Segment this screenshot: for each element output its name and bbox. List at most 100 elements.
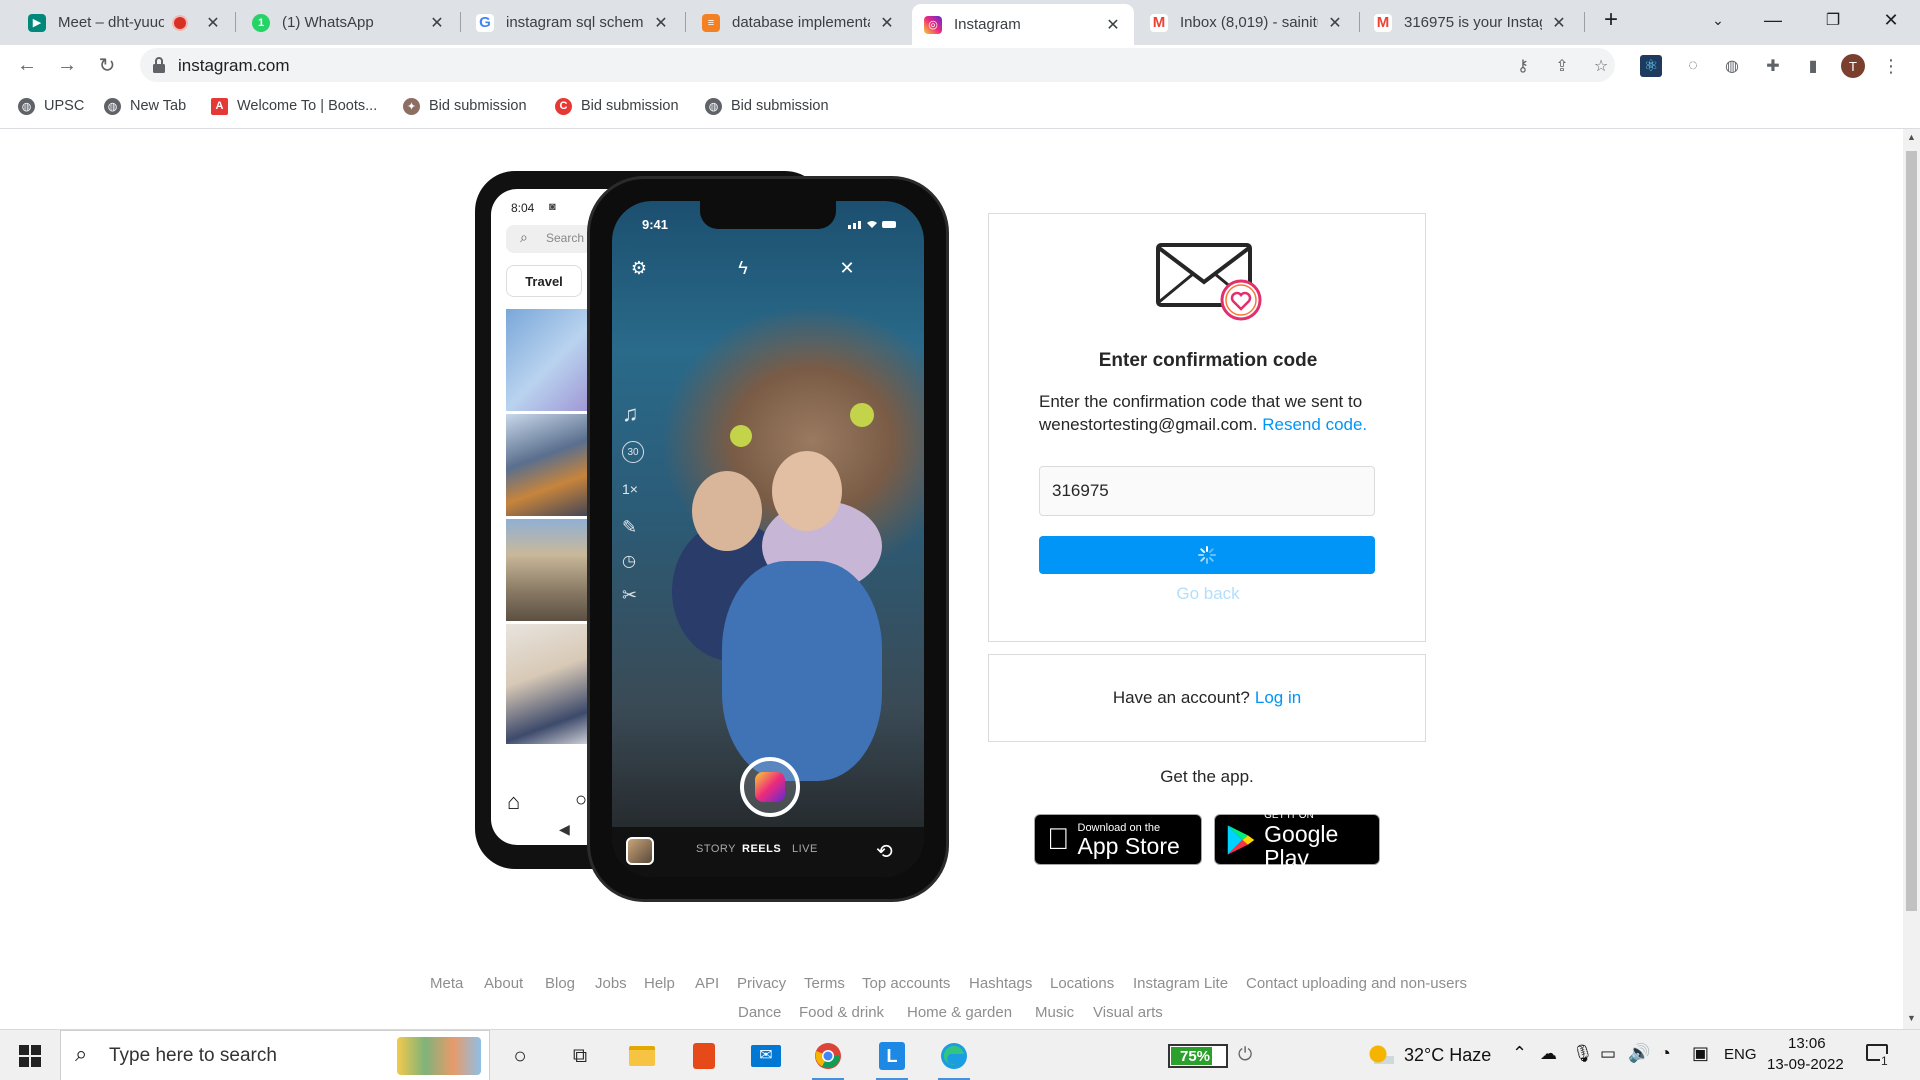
login-link[interactable]: Log in	[1255, 688, 1301, 708]
extension-icon[interactable]: ◌	[1682, 55, 1704, 77]
office-icon[interactable]	[688, 1040, 720, 1072]
close-icon: ✕	[839, 257, 855, 278]
resend-code-link[interactable]: Resend code.	[1262, 415, 1367, 434]
meet-now-icon[interactable]: ▣	[1692, 1043, 1709, 1064]
windows-start-icon[interactable]	[14, 1040, 46, 1072]
restore-icon[interactable]: ❐	[1810, 6, 1856, 34]
signal-battery-icon	[848, 221, 896, 229]
close-icon[interactable]: ✕	[1104, 15, 1122, 35]
footer-link[interactable]: Instagram Lite	[1133, 975, 1228, 992]
scrollbar-thumb[interactable]	[1906, 151, 1917, 911]
phone-clock: 8:04	[511, 201, 535, 215]
footer-link[interactable]: Visual arts	[1093, 1004, 1163, 1021]
tab-search-icon[interactable]: ⌄	[1695, 6, 1741, 34]
onedrive-icon[interactable]: ☁	[1540, 1044, 1557, 1064]
tab-instagram[interactable]: ◎ Instagram ✕	[912, 4, 1134, 45]
task-view-icon[interactable]: ⧉	[564, 1040, 596, 1072]
footer-link[interactable]: Home & garden	[907, 1004, 1012, 1021]
menu-icon[interactable]: ⋮	[1880, 55, 1902, 77]
footer-link[interactable]: Locations	[1050, 975, 1114, 992]
speed-label: 1×	[622, 481, 638, 497]
bookmark-star-icon[interactable]: ☆	[1591, 56, 1611, 76]
footer-link[interactable]: Blog	[545, 975, 575, 992]
footer-link[interactable]: Terms	[804, 975, 845, 992]
close-icon[interactable]: ✕	[878, 13, 896, 33]
go-back-link[interactable]: Go back	[989, 584, 1427, 604]
bookmark-bid-2[interactable]: C Bid submission	[555, 95, 679, 117]
address-bar[interactable]: instagram.com ⚷ ⇪ ☆	[140, 48, 1615, 82]
footer-link[interactable]: Meta	[430, 975, 463, 992]
close-icon[interactable]: ✕	[428, 13, 446, 33]
chrome-icon[interactable]	[812, 1040, 844, 1080]
google-play-badge[interactable]: GET IT ON Google Play	[1214, 810, 1380, 870]
footer-link[interactable]: Dance	[738, 1004, 781, 1021]
bookmark-new-tab[interactable]: ◍ New Tab	[104, 95, 186, 117]
tab-google-search[interactable]: G instagram sql schema ✕	[464, 4, 682, 41]
next-button[interactable]	[1039, 536, 1375, 574]
puzzle-icon[interactable]: ✚	[1762, 55, 1784, 77]
avatar[interactable]: T	[1841, 54, 1865, 78]
footer-link[interactable]: Privacy	[737, 975, 786, 992]
language-indicator[interactable]: ENG	[1724, 1046, 1757, 1063]
tab-meet[interactable]: ▶ Meet – dht-yuuo ✕	[16, 4, 234, 41]
minimize-icon[interactable]: —	[1750, 6, 1796, 34]
reload-icon[interactable]: ↻	[93, 51, 121, 79]
volume-icon[interactable]: 🔊	[1628, 1043, 1650, 1064]
footer-link[interactable]: Hashtags	[969, 975, 1032, 992]
forward-icon[interactable]: →	[53, 51, 81, 79]
footer-link[interactable]: Music	[1035, 1004, 1074, 1021]
page-scrollbar[interactable]: ▲ ▼	[1903, 129, 1920, 1029]
share-icon[interactable]: ⇪	[1552, 56, 1572, 76]
close-icon[interactable]: ✕	[204, 13, 222, 33]
clock-time[interactable]: 13:06	[1788, 1035, 1826, 1052]
footer-link[interactable]: Jobs	[595, 975, 627, 992]
mail-app-icon[interactable]: ✉	[750, 1040, 782, 1072]
file-explorer-icon[interactable]	[626, 1040, 658, 1072]
bookmark-upsc[interactable]: ◍ UPSC	[18, 95, 84, 117]
bookmark-welcome[interactable]: A Welcome To | Boots...	[211, 95, 377, 117]
close-icon[interactable]: ✕	[1550, 13, 1568, 33]
tab-stackoverflow[interactable]: ≡ database implementa ✕	[690, 4, 908, 41]
clock-date[interactable]: 13-09-2022	[1767, 1056, 1844, 1073]
extension-icon[interactable]: ◍	[1721, 55, 1743, 77]
launcher-app-icon[interactable]: L	[876, 1040, 908, 1080]
bookmark-bid-3[interactable]: ◍ Bid submission	[705, 95, 829, 117]
footer-link[interactable]: Contact uploading and non-users	[1246, 975, 1467, 992]
confirmation-code-input[interactable]	[1039, 466, 1375, 516]
footer-link[interactable]: About	[484, 975, 523, 992]
footer-link[interactable]: Help	[644, 975, 675, 992]
bookmark-bid-1[interactable]: ✦ Bid submission	[403, 95, 527, 117]
cortana-icon[interactable]: ○	[504, 1040, 536, 1072]
app-store-badge[interactable]:  Download on the App Store	[1034, 814, 1202, 865]
react-devtools-icon[interactable]: ⚛	[1640, 55, 1662, 77]
tab-whatsapp[interactable]: 1 (1) WhatsApp ✕	[240, 4, 458, 41]
close-icon[interactable]: ✕	[1326, 13, 1344, 33]
page-title: Enter confirmation code	[1098, 350, 1318, 371]
scroll-down-icon[interactable]: ▼	[1907, 1013, 1916, 1023]
footer-link[interactable]: API	[695, 975, 719, 992]
google-icon: G	[476, 13, 494, 32]
side-panel-icon[interactable]: ▮	[1802, 55, 1824, 77]
key-icon[interactable]: ⚷	[1513, 56, 1533, 76]
battery-icon[interactable]: ▭	[1600, 1044, 1616, 1064]
close-window-icon[interactable]: ✕	[1868, 6, 1914, 34]
back-icon[interactable]: ←	[13, 51, 41, 79]
footer-link[interactable]: Top accounts	[862, 975, 950, 992]
tab-gmail-inbox[interactable]: M Inbox (8,019) - sainitu ✕	[1138, 4, 1356, 41]
tab-gmail-code[interactable]: M 316975 is your Instag ✕	[1362, 4, 1580, 41]
microphone-icon[interactable]: 🎙	[1572, 1044, 1594, 1064]
battery-indicator[interactable]: 75%	[1168, 1044, 1228, 1068]
close-icon[interactable]: ✕	[652, 13, 670, 33]
new-tab-icon[interactable]: +	[1588, 6, 1634, 34]
taskbar-search[interactable]: ⌕ Type here to search	[60, 1030, 490, 1080]
weather-text[interactable]: 32°C Haze	[1404, 1045, 1491, 1066]
edge-icon[interactable]	[938, 1040, 970, 1080]
phone-search-placeholder: Search	[546, 231, 585, 245]
scroll-up-icon[interactable]: ▲	[1907, 132, 1916, 142]
notifications-icon[interactable]: 1	[1866, 1044, 1894, 1068]
tray-chevron-icon[interactable]: ⌃	[1512, 1043, 1527, 1064]
tab-title: 316975 is your Instag	[1404, 14, 1542, 31]
wifi-icon[interactable]: ◔	[1660, 1043, 1671, 1064]
phone-mockup-front: 9:41 ⚙ ϟ ✕ ♫ 30 1× ✎ ◷ ✂ STORY REELS LIV…	[590, 179, 946, 899]
footer-link[interactable]: Food & drink	[799, 1004, 884, 1021]
